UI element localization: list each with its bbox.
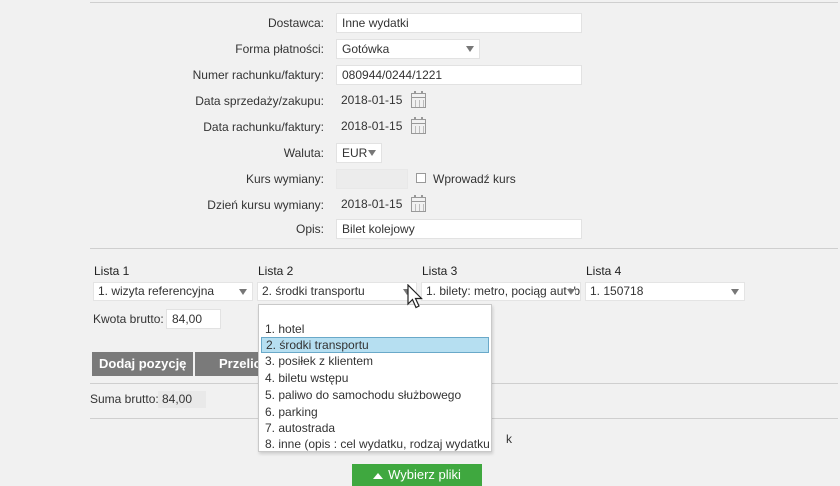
currency-select[interactable]: EUR [336,143,382,163]
list1-label: Lista 1 [94,264,130,278]
dropdown-option[interactable]: 3. posiłek z klientem [261,353,489,369]
payment-form-select[interactable]: Gotówka [336,39,480,59]
list2-select[interactable]: 2. środki transportu [257,282,417,301]
dropdown-option[interactable]: 4. biletu wstępu [261,370,489,386]
chevron-down-icon [731,289,739,295]
invoice-date-input[interactable]: 2018-01-15 [336,117,408,137]
enter-rate-checkbox[interactable] [416,173,426,183]
list1-select[interactable]: 1. wizyta referencyjna [93,282,253,301]
list2-dropdown[interactable]: 1. hotel 2. środki transportu 3. posiłek… [258,304,492,452]
dropdown-option[interactable]: 6. parking [261,404,489,420]
description-input[interactable]: Bilet kolejowy [336,219,582,239]
invoice-date-label: Data rachunku/faktury: [203,120,324,134]
chevron-down-icon [239,289,247,295]
exchange-rate-label: Kurs wymiany: [245,172,324,186]
payment-form-label: Forma płatności: [235,42,324,56]
dropdown-option[interactable]: 1. hotel [261,321,489,337]
upload-files-button[interactable]: Wybierz pliki [352,464,482,486]
calendar-icon[interactable] [411,117,426,134]
chevron-down-icon [466,46,474,52]
list3-select[interactable]: 1. bilety: metro, pociąg autobus [421,282,581,301]
supplier-input[interactable]: Inne wydatki [336,13,582,33]
currency-value: EUR [342,146,368,160]
upload-icon [373,472,384,479]
exchange-rate-input[interactable] [336,169,408,189]
sum-gross-value: 84,00 [158,391,206,408]
section-divider [90,248,838,249]
chevron-down-icon [368,150,376,156]
rate-date-input[interactable]: 2018-01-15 [336,195,408,215]
invoice-number-label: Numer rachunku/faktury: [192,68,324,82]
list4-select[interactable]: 1. 150718 [585,282,745,301]
enter-rate-label: Wprowadź kurs [433,172,516,186]
list3-value: 1. bilety: metro, pociąg autobus [426,284,581,298]
dropdown-option[interactable]: 8. inne (opis : cel wydatku, rodzaj wyda… [261,436,489,452]
top-divider [90,2,838,3]
list3-label: Lista 3 [422,264,458,278]
recalculate-button[interactable]: Przelic [195,352,259,376]
calendar-icon[interactable] [411,91,426,108]
list2-value: 2. środki transportu [262,284,365,298]
add-position-button[interactable]: Dodaj pozycję [92,352,194,376]
currency-label: Waluta: [283,146,324,160]
chevron-down-icon [567,289,575,295]
list4-value: 1. 150718 [590,284,644,298]
rate-date-label: Dzień kursu wymiany: [207,198,324,212]
gross-amount-input[interactable]: 84,00 [166,309,221,329]
payment-form-value: Gotówka [342,42,390,56]
gross-amount-label: Kwota brutto: [93,312,164,326]
hidden-label-fragment: k [506,432,512,446]
dropdown-option[interactable]: 5. paliwo do samochodu służbowego [261,387,489,403]
dropdown-option[interactable]: 7. autostrada [261,420,489,436]
sale-date-input[interactable]: 2018-01-15 [336,91,408,111]
calendar-icon[interactable] [411,195,426,212]
sum-gross-label: Suma brutto: [90,392,159,406]
invoice-number-input[interactable]: 080944/0244/1221 [336,65,582,85]
sale-date-label: Data sprzedaży/zakupu: [195,94,324,108]
supplier-label: Dostawca: [267,16,324,30]
dropdown-option-selected[interactable]: 2. środki transportu [261,337,489,353]
list2-label: Lista 2 [258,264,294,278]
list4-label: Lista 4 [586,264,622,278]
description-label: Opis: [295,222,324,236]
mouse-cursor-icon [407,284,423,309]
list1-value: 1. wizyta referencyjna [98,284,215,298]
